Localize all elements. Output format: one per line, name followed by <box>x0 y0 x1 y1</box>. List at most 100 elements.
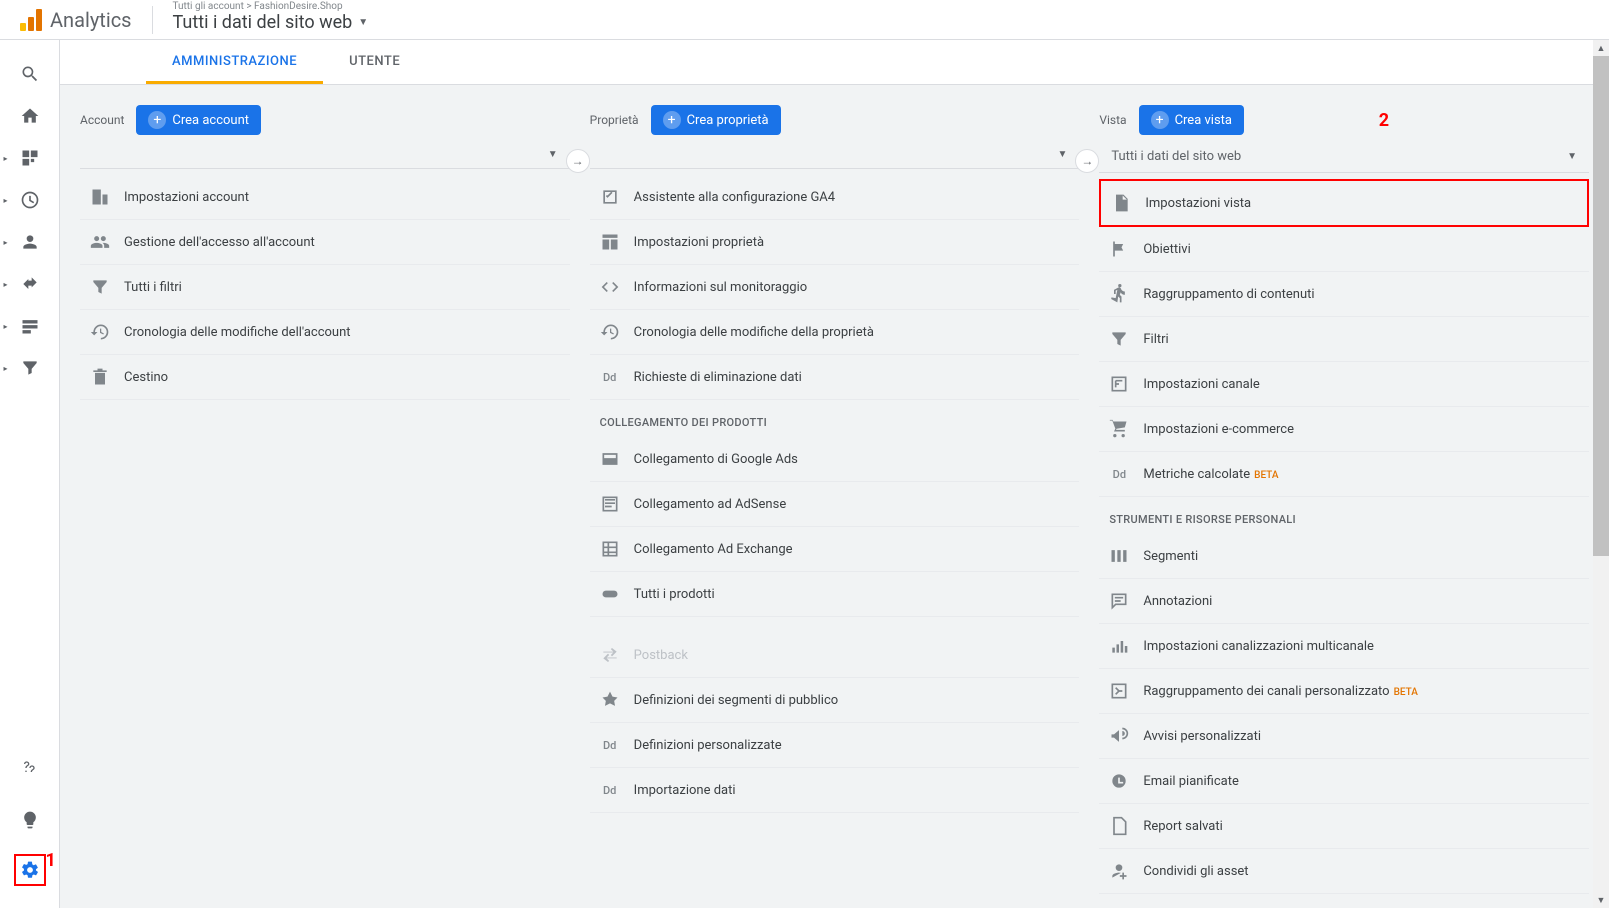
breadcrumb: Tutti gli account > FashionDesire.Shop <box>173 1 369 12</box>
google-ads-link-item[interactable]: Collegamento di Google Ads <box>590 437 1080 482</box>
postback-item[interactable]: Postback <box>590 633 1080 678</box>
conversions-icon[interactable] <box>14 352 46 384</box>
acquisition-icon[interactable] <box>14 268 46 300</box>
behavior-icon[interactable] <box>14 310 46 342</box>
calculated-metrics-item[interactable]: DdMetriche calcolateBETA <box>1099 452 1589 497</box>
scroll-down-arrow[interactable]: ▼ <box>1593 892 1609 908</box>
custom-alerts-item[interactable]: Avvisi personalizzati <box>1099 714 1589 759</box>
ad-exchange-link-item[interactable]: Collegamento Ad Exchange <box>590 527 1080 572</box>
property-history-item[interactable]: Cronologia delle modifiche della proprie… <box>590 310 1080 355</box>
document-icon <box>1111 193 1131 213</box>
scroll-up-arrow[interactable]: ▲ <box>1593 40 1609 56</box>
comment-icon <box>1109 591 1129 611</box>
adsense-link-item[interactable]: Collegamento ad AdSense <box>590 482 1080 527</box>
ga4-assistant-item[interactable]: Assistente alla configurazione GA4 <box>590 175 1080 220</box>
audience-definitions-item[interactable]: Definizioni dei segmenti di pubblico <box>590 678 1080 723</box>
channel-group-icon <box>1109 681 1129 701</box>
column-collapse-button[interactable]: → <box>1075 149 1099 173</box>
link-icon <box>600 584 620 604</box>
channel-settings-item[interactable]: Impostazioni canale <box>1099 362 1589 407</box>
scrollbar[interactable]: ▲ ▼ <box>1593 40 1609 908</box>
megaphone-icon <box>1109 726 1129 746</box>
document-icon <box>1109 816 1129 836</box>
view-selector-dropdown[interactable]: Tutti i dati del sito web ▼ <box>1099 141 1589 173</box>
main-content: AMMINISTRAZIONE UTENTE Account + Crea ac… <box>60 40 1609 908</box>
scrollbar-thumb[interactable] <box>1593 56 1609 556</box>
home-icon[interactable] <box>14 100 46 132</box>
audience-icon[interactable] <box>14 226 46 258</box>
account-selector[interactable]: Tutti gli account > FashionDesire.Shop T… <box>173 1 369 33</box>
dd-icon: Dd <box>1109 464 1129 484</box>
plus-icon: + <box>148 111 166 129</box>
dd-icon: Dd <box>600 735 620 755</box>
building-icon <box>90 187 110 207</box>
create-account-button[interactable]: + Crea account <box>136 105 261 135</box>
view-title-dropdown: Tutti i dati del sito web ▼ <box>173 12 369 33</box>
property-settings-item[interactable]: Impostazioni proprietà <box>590 220 1080 265</box>
postback-icon <box>600 645 620 665</box>
list-icon <box>600 494 620 514</box>
data-import-item[interactable]: DdImportazione dati <box>590 768 1080 813</box>
trash-item[interactable]: Cestino <box>80 355 570 400</box>
check-square-icon <box>600 187 620 207</box>
property-column: Proprietà + Crea proprietà ▼ → Assistent… <box>590 105 1080 894</box>
all-products-item[interactable]: Tutti i prodotti <box>590 572 1080 617</box>
create-property-button[interactable]: + Crea proprietà <box>651 105 781 135</box>
bar-chart-icon <box>1109 636 1129 656</box>
search-icon[interactable] <box>14 58 46 90</box>
person-walk-icon <box>1109 284 1129 304</box>
goals-item[interactable]: Obiettivi <box>1099 227 1589 272</box>
account-settings-item[interactable]: Impostazioni account <box>80 175 570 220</box>
caret-down-icon: ▼ <box>1567 151 1577 162</box>
personal-tools-header: STRUMENTI E RISORSE PERSONALI <box>1099 497 1589 534</box>
view-label: Vista <box>1099 113 1126 127</box>
trash-icon <box>90 367 110 387</box>
column-collapse-button[interactable]: → <box>566 149 590 173</box>
view-settings-item[interactable]: Impostazioni vista <box>1099 179 1589 227</box>
grid-icon <box>600 539 620 559</box>
custom-channel-grouping-item[interactable]: Raggruppamento dei canali personalizzato… <box>1099 669 1589 714</box>
admin-icon[interactable] <box>14 854 46 886</box>
tab-administration[interactable]: AMMINISTRAZIONE <box>146 40 323 84</box>
annotation-2: 2 <box>1379 110 1389 131</box>
content-grouping-item[interactable]: Raggruppamento di contenuti <box>1099 272 1589 317</box>
filter-icon <box>90 277 110 297</box>
create-view-button[interactable]: + Crea vista <box>1139 105 1244 135</box>
layout-icon <box>600 232 620 252</box>
dd-icon: Dd <box>600 780 620 800</box>
ecommerce-settings-item[interactable]: Impostazioni e-commerce <box>1099 407 1589 452</box>
annotation-1: 1 <box>46 850 56 871</box>
plus-icon: + <box>1151 111 1169 129</box>
tab-user[interactable]: UTENTE <box>323 40 426 84</box>
data-deletion-item[interactable]: DdRichieste di eliminazione dati <box>590 355 1080 400</box>
customization-icon[interactable] <box>14 142 46 174</box>
caret-down-icon: ▼ <box>548 149 558 160</box>
attribution-icon[interactable] <box>14 754 46 786</box>
property-selector-dropdown[interactable]: ▼ <box>590 141 1080 169</box>
all-filters-item[interactable]: Tutti i filtri <box>80 265 570 310</box>
code-icon <box>600 277 620 297</box>
mcf-settings-item[interactable]: Impostazioni canalizzazioni multicanale <box>1099 624 1589 669</box>
annotations-item[interactable]: Annotazioni <box>1099 579 1589 624</box>
discover-icon[interactable] <box>14 804 46 836</box>
product-linking-header: COLLEGAMENTO DEI PRODOTTI <box>590 400 1080 437</box>
tracking-info-item[interactable]: Informazioni sul monitoraggio <box>590 265 1080 310</box>
account-history-item[interactable]: Cronologia delle modifiche dell'account <box>80 310 570 355</box>
segments-icon <box>1109 546 1129 566</box>
account-access-item[interactable]: Gestione dell'accesso all'account <box>80 220 570 265</box>
view-filters-item[interactable]: Filtri <box>1099 317 1589 362</box>
custom-definitions-item[interactable]: DdDefinizioni personalizzate <box>590 723 1080 768</box>
segments-item[interactable]: Segmenti <box>1099 534 1589 579</box>
share-assets-item[interactable]: Condividi gli asset <box>1099 849 1589 894</box>
account-selector-dropdown[interactable]: ▼ <box>80 141 570 169</box>
logo: Analytics <box>20 8 132 32</box>
saved-reports-item[interactable]: Report salvati <box>1099 804 1589 849</box>
scheduled-emails-item[interactable]: Email pianificate <box>1099 759 1589 804</box>
channel-icon <box>1109 374 1129 394</box>
property-label: Proprietà <box>590 113 639 127</box>
realtime-icon[interactable] <box>14 184 46 216</box>
history-icon <box>600 322 620 342</box>
alarm-icon <box>1109 771 1129 791</box>
caret-down-icon: ▼ <box>358 17 368 28</box>
account-label: Account <box>80 113 124 127</box>
